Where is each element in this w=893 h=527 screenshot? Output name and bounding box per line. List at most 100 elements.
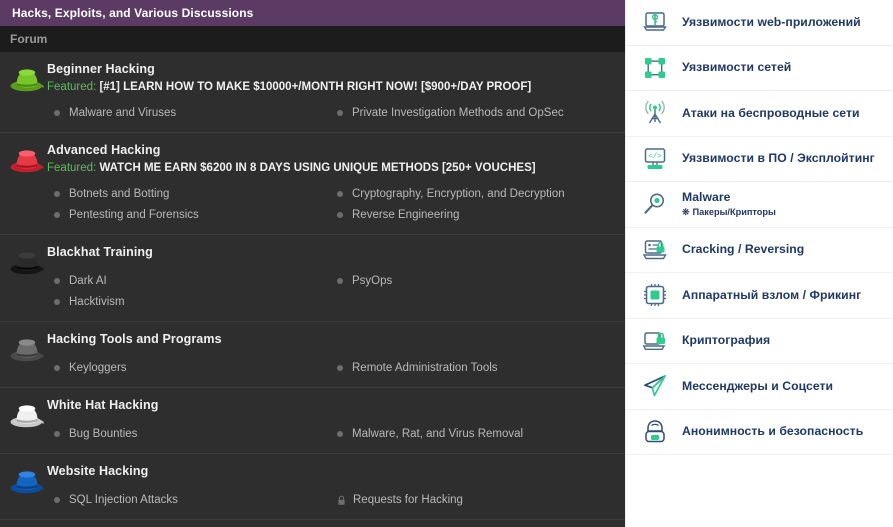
sidebar-item-label[interactable]: Cracking / Reversing — [682, 242, 804, 257]
subforum-label[interactable]: Dark AI — [69, 272, 107, 290]
subforum-item[interactable]: SQL Injection Attacks — [47, 491, 333, 509]
bullet-icon — [54, 212, 60, 218]
bullet-icon — [54, 299, 60, 305]
sidebar-item-label[interactable]: Аппаратный взлом / Фрикинг — [682, 288, 861, 303]
sidebar-item-label[interactable]: Уязвимости сетей — [682, 60, 791, 75]
forum-category-row[interactable]: Website Hacking SQL Injection Attacks Re… — [0, 454, 625, 520]
forum-title-bar: Hacks, Exploits, and Various Discussions — [0, 0, 625, 26]
subforum-label[interactable]: Requests for Hacking — [353, 491, 463, 509]
subforum-label[interactable]: Malware, Rat, and Virus Removal — [352, 425, 523, 443]
forum-category-body: Hacking Tools and Programs Keyloggers Re… — [0, 331, 625, 377]
sidebar-item-wireless-attacks[interactable]: Атаки на беспроводные сети — [626, 91, 893, 137]
sidebar-item-sublabel-row[interactable]: ❊ Пакеры/Крипторы — [682, 206, 776, 219]
forum-category-row[interactable]: Advanced Hacking Featured: WATCH ME EARN… — [0, 133, 625, 235]
sidebar-item-texts: Уязвимости сетей — [682, 60, 791, 75]
sidebar-item-label[interactable]: Мессенджеры и Соцсети — [682, 379, 833, 394]
subforum-item[interactable]: Cryptography, Encryption, and Decryption — [333, 185, 619, 203]
forum-category-row[interactable]: Beginner Hacking Featured: [#1] LEARN HO… — [0, 52, 625, 133]
subforum-label[interactable]: Malware and Viruses — [69, 104, 176, 122]
subforum-item[interactable]: Reverse Engineering — [333, 206, 619, 224]
subforum-label[interactable]: Keyloggers — [69, 359, 127, 377]
forum-category-row[interactable]: Blackhat Training Dark AI PsyOps Hacktiv… — [0, 235, 625, 322]
cracking-reversing-icon — [640, 235, 670, 265]
sidebar-item-label[interactable]: Malware — [682, 190, 776, 205]
sidebar-item-label[interactable]: Анонимность и безопасность — [682, 424, 863, 439]
network-vulnerability-icon — [640, 53, 670, 83]
subforum-item[interactable]: Private Investigation Methods and OpSec — [333, 104, 619, 122]
subforum-item[interactable]: Botnets and Botting — [47, 185, 333, 203]
blue-hat-icon — [8, 463, 46, 501]
bullet-icon — [337, 191, 343, 197]
sidebar-item-texts: Malware ❊ Пакеры/Крипторы — [682, 190, 776, 219]
sidebar-item-label[interactable]: Уязвимости в ПО / Эксплойтинг — [682, 151, 875, 166]
subforum-grid: Botnets and Botting Cryptography, Encryp… — [47, 185, 619, 224]
lock-icon — [337, 495, 346, 506]
subforum-label[interactable]: Botnets and Botting — [69, 185, 169, 203]
subforum-label[interactable]: Reverse Engineering — [352, 206, 459, 224]
featured-label: Featured: — [47, 162, 96, 174]
subforum-label[interactable]: Remote Administration Tools — [352, 359, 498, 377]
forum-category-name[interactable]: Blackhat Training — [47, 244, 619, 261]
subforum-label[interactable]: PsyOps — [352, 272, 392, 290]
forum-pane: Hacks, Exploits, and Various Discussions… — [0, 0, 625, 527]
forum-category-name[interactable]: Beginner Hacking — [47, 61, 619, 78]
subforum-item[interactable]: Dark AI — [47, 272, 333, 290]
sidebar-item-malware[interactable]: Malware ❊ Пакеры/Крипторы — [626, 182, 893, 228]
subforum-item[interactable]: Remote Administration Tools — [333, 359, 619, 377]
page-root: Hacks, Exploits, and Various Discussions… — [0, 0, 893, 527]
subforum-label[interactable]: Pentesting and Forensics — [69, 206, 199, 224]
subforum-label[interactable]: Private Investigation Methods and OpSec — [352, 104, 564, 122]
subforum-label[interactable]: Hacktivism — [69, 293, 125, 311]
forum-title: Hacks, Exploits, and Various Discussions — [12, 6, 253, 20]
sidebar-item-web-app-vulnerabilities[interactable]: Уязвимости web-приложений — [626, 0, 893, 46]
forum-category-name[interactable]: Hacking Tools and Programs — [47, 331, 619, 348]
forum-category-row[interactable]: White Hat Hacking Bug Bounties Malware, … — [0, 388, 625, 454]
messenger-plane-icon — [640, 371, 670, 401]
anonymity-hacker-icon — [640, 417, 670, 447]
sidebar-item-label[interactable]: Атаки на беспроводные сети — [682, 106, 860, 121]
subforum-label[interactable]: Bug Bounties — [69, 425, 137, 443]
subforum-grid: SQL Injection Attacks Requests for Hacki… — [47, 491, 619, 509]
forum-category-row[interactable]: Hacking Tutorials — [0, 520, 625, 527]
featured-thread-title[interactable]: WATCH ME EARN $6200 IN 8 DAYS USING UNIQ… — [99, 162, 535, 174]
sidebar-item-cryptography[interactable]: Криптография — [626, 319, 893, 365]
subforum-item[interactable]: PsyOps — [333, 272, 619, 290]
forum-column-header: Forum — [0, 26, 625, 52]
subforum-item[interactable]: Keyloggers — [47, 359, 333, 377]
sidebar-item-label[interactable]: Уязвимости web-приложений — [682, 15, 861, 30]
forum-category-row[interactable]: Hacking Tools and Programs Keyloggers Re… — [0, 322, 625, 388]
subforum-item[interactable]: Bug Bounties — [47, 425, 333, 443]
black-hat-icon — [8, 244, 46, 282]
sidebar-item-messengers-social[interactable]: Мессенджеры и Соцсети — [626, 364, 893, 410]
forum-featured-thread[interactable]: Featured: WATCH ME EARN $6200 IN 8 DAYS … — [47, 160, 619, 177]
forum-category-body: White Hat Hacking Bug Bounties Malware, … — [0, 397, 625, 443]
svg-text:</>: </> — [648, 153, 662, 161]
subforum-item[interactable]: Malware and Viruses — [47, 104, 333, 122]
sidebar-item-texts: Мессенджеры и Соцсети — [682, 379, 833, 394]
software-exploit-icon: </> — [640, 144, 670, 174]
subforum-item[interactable]: Pentesting and Forensics — [47, 206, 333, 224]
subforum-label[interactable]: SQL Injection Attacks — [69, 491, 178, 509]
subforum-item[interactable]: Hacktivism — [47, 293, 333, 311]
gear-icon: ❊ — [682, 206, 690, 219]
sidebar-item-texts: Cracking / Reversing — [682, 242, 804, 257]
subforum-grid: Dark AI PsyOps Hacktivism — [47, 272, 619, 311]
forum-category-name[interactable]: Website Hacking — [47, 463, 619, 480]
sidebar-item-network-vulnerabilities[interactable]: Уязвимости сетей — [626, 46, 893, 92]
subforum-item[interactable]: Malware, Rat, and Virus Removal — [333, 425, 619, 443]
sidebar-item-software-exploiting[interactable]: </> Уязвимости в ПО / Эксплойтинг — [626, 137, 893, 183]
forum-featured-thread[interactable]: Featured: [#1] LEARN HOW TO MAKE $10000+… — [47, 79, 619, 96]
subforum-label[interactable]: Cryptography, Encryption, and Decryption — [352, 185, 565, 203]
forum-category-name[interactable]: Advanced Hacking — [47, 142, 619, 159]
forum-category-name[interactable]: White Hat Hacking — [47, 397, 619, 414]
sidebar-item-cracking-reversing[interactable]: Cracking / Reversing — [626, 228, 893, 274]
sidebar-item-hardware-hacking[interactable]: Аппаратный взлом / Фрикинг — [626, 273, 893, 319]
subforum-item[interactable]: Requests for Hacking — [333, 491, 619, 509]
sidebar-item-label[interactable]: Криптография — [682, 333, 770, 348]
red-hat-icon — [8, 142, 46, 180]
sidebar-item-anonymity-security[interactable]: Анонимность и безопасность — [626, 410, 893, 456]
sidebar-item-texts: Криптография — [682, 333, 770, 348]
sidebar-item-sublabel[interactable]: Пакеры/Крипторы — [693, 206, 776, 219]
featured-thread-title[interactable]: [#1] LEARN HOW TO MAKE $10000+/MONTH RIG… — [99, 81, 531, 93]
subforum-grid: Bug Bounties Malware, Rat, and Virus Rem… — [47, 425, 619, 443]
